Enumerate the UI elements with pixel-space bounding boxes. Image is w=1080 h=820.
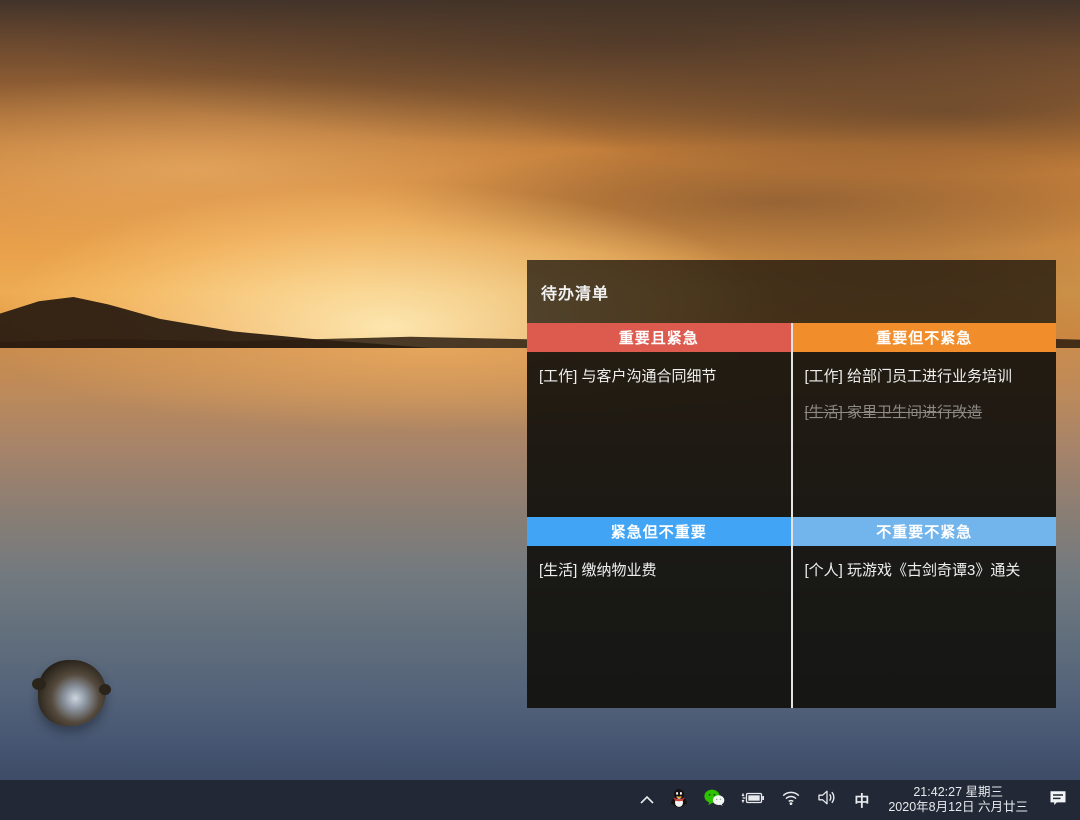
notification-icon [1048,788,1068,813]
task-item-completed[interactable]: [生活] 家里卫生间进行改造 [805,401,1045,422]
wechat-tray-button[interactable] [696,780,733,820]
volume-tray-button[interactable] [809,780,845,820]
action-center-button[interactable] [1038,780,1080,820]
wifi-icon [781,790,801,811]
wechat-icon [704,789,725,812]
quadrant-important-not-urgent: [工作] 给部门员工进行业务培训 [生活] 家里卫生间进行改造 [793,352,1057,517]
system-tray: 中 21:42:27 星期三 2020年8月12日 六月廿三 [632,780,1080,820]
quadrant-urgent-not-important: [生活] 缴纳物业费 [527,546,791,708]
todo-widget-title: 待办清单 [527,260,1056,323]
quadrant-not-important-not-urgent: [个人] 玩游戏《古剑奇谭3》通关 [793,546,1057,708]
qq-icon [670,788,688,813]
clock-date: 2020年8月12日 六月廿三 [888,800,1028,815]
task-item[interactable]: [生活] 缴纳物业费 [539,559,779,580]
qq-tray-button[interactable] [662,780,696,820]
battery-tray-button[interactable] [733,780,773,820]
task-item[interactable]: [个人] 玩游戏《古剑奇谭3》通关 [805,559,1045,580]
quadrant-header-important-urgent: 重要且紧急 [527,323,791,352]
quadrant-important-urgent: [工作] 与客户沟通合同细节 [527,352,791,517]
taskbar-clock[interactable]: 21:42:27 星期三 2020年8月12日 六月廿三 [878,785,1038,815]
quadrant-header-important-not-urgent: 重要但不紧急 [793,323,1057,352]
todo-quadrant-grid: 重要且紧急 重要但不紧急 [工作] 与客户沟通合同细节 [工作] 给部门员工进行… [527,323,1056,708]
quadrant-header-not-important-not-urgent: 不重要不紧急 [793,517,1057,546]
task-item[interactable]: [工作] 给部门员工进行业务培训 [805,365,1045,386]
task-item[interactable]: [工作] 与客户沟通合同细节 [539,365,779,386]
quadrant-divider [791,323,793,708]
chevron-up-icon [640,791,654,809]
quadrant-header-urgent-not-important: 紧急但不重要 [527,517,791,546]
battery-icon [741,790,765,811]
volume-icon [817,789,837,811]
taskbar: 中 21:42:27 星期三 2020年8月12日 六月廿三 [0,780,1080,820]
clock-time: 21:42:27 星期三 [888,785,1028,800]
show-hidden-icons-button[interactable] [632,780,662,820]
todo-widget: 待办清单 重要且紧急 重要但不紧急 [工作] 与客户沟通合同细节 [工作] 给部… [527,260,1056,708]
wifi-tray-button[interactable] [773,780,809,820]
input-method-indicator[interactable]: 中 [845,780,878,820]
